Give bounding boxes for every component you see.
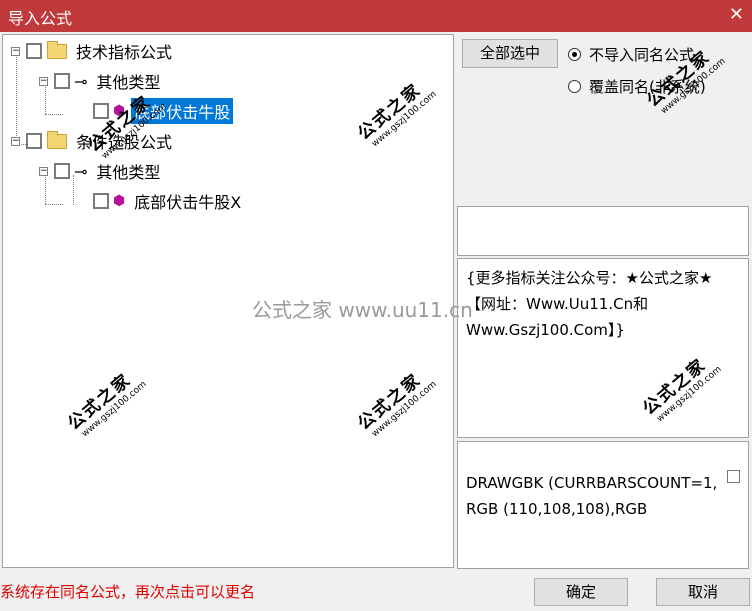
radio-icon[interactable] [568,48,581,61]
tree-checkbox[interactable] [54,163,70,179]
option-overwrite[interactable]: 覆盖同名(非系统) [568,76,706,97]
tree-node-label: 条件选股公式 [76,133,173,152]
ok-button[interactable]: 确定 [534,578,628,606]
collapse-icon[interactable]: − [11,136,20,146]
collapse-icon[interactable]: − [39,166,48,176]
tree-node-screening[interactable]: − 条件选股公式 [11,128,175,154]
tree-node-label: 底部伏击牛股 [131,98,234,124]
tree-node-technical[interactable]: − 技术指标公式 [11,38,175,64]
cancel-button[interactable]: 取消 [656,578,750,606]
description-text: {更多指标关注公众号：★公式之家★ 【网址：Www.Uu11.Cn和Www.Gs… [466,269,713,339]
window-title: 导入公式 [8,9,73,28]
key-icon: ⊸ [74,161,88,181]
tree-checkbox[interactable] [26,133,42,149]
tree-checkbox[interactable] [54,73,70,89]
collapse-icon[interactable]: − [11,46,20,56]
tree-node-label: 技术指标公式 [76,43,173,62]
tree-checkbox[interactable] [93,103,109,119]
collapse-icon[interactable]: − [39,76,48,86]
title-bar: 导入公式 ✕ [0,0,752,32]
watermark: 公式之家 www.gszj100.com [354,79,439,150]
folder-icon [47,40,67,59]
tree-node-other-type-2[interactable]: − ⊸ 其他类型 [39,158,163,184]
tree-checkbox[interactable] [93,193,109,209]
description-box: {更多指标关注公众号：★公式之家★ 【网址：Www.Uu11.Cn和Www.Gs… [457,258,749,438]
option-label: 不导入同名公式 [589,46,695,64]
watermark: 公式之家 www.gszj100.com [354,369,439,440]
scroll-checkbox[interactable] [727,470,740,483]
code-preview-box[interactable]: DRAWGBK (CURRBARSCOUNT=1, RGB (110,108,1… [457,441,749,569]
tree-checkbox[interactable] [26,43,42,59]
tree-node-label: 其他类型 [96,163,161,182]
gem-icon: ⬢ [113,193,126,209]
formula-tree[interactable]: − 技术指标公式 − ⊸ 其他类型 ⬢ 底部伏击牛股 − 条件选股公式 − ⊸ … [2,34,454,568]
tree-node-label: 底部伏击牛股X [134,193,242,212]
select-all-button[interactable]: 全部选中 [462,39,558,68]
status-message: 系统存在同名公式，再次点击可以更名 [0,583,256,601]
gem-icon: ⬢ [113,103,126,119]
tree-node-other-type[interactable]: − ⊸ 其他类型 [39,68,163,94]
folder-icon [47,130,67,149]
key-icon: ⊸ [74,71,88,91]
option-no-import[interactable]: 不导入同名公式 [568,44,694,65]
close-icon[interactable]: ✕ [729,4,744,25]
code-preview-text: DRAWGBK (CURRBARSCOUNT=1, RGB (110,108,1… [466,474,718,518]
name-field[interactable] [457,206,749,256]
watermark: 公式之家 www.gszj100.com [64,369,149,440]
tree-node-formula[interactable]: ⬢ 底部伏击牛股 [67,98,234,124]
radio-icon[interactable] [568,80,581,93]
option-label: 覆盖同名(非系统) [589,78,706,96]
tree-node-label: 其他类型 [96,73,161,92]
tree-node-formula-x[interactable]: ⬢ 底部伏击牛股X [67,188,244,214]
